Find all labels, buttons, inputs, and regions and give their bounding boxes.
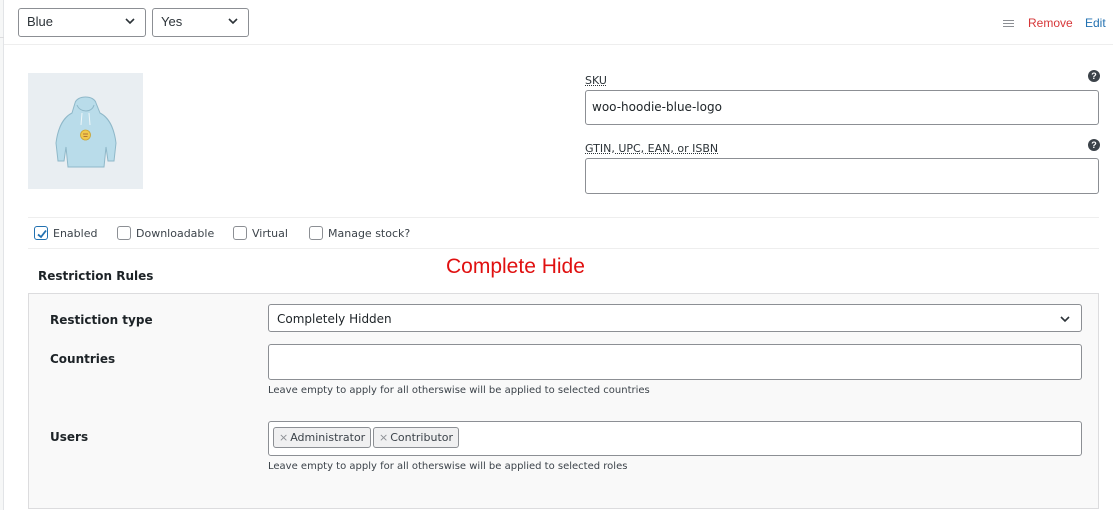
users-hint: Leave empty to apply for all otherswise … (268, 461, 628, 472)
restriction-rules-title: Restriction Rules (38, 269, 154, 283)
enabled-checkbox[interactable] (34, 226, 48, 240)
user-role-tag[interactable]: × Contributor (373, 427, 460, 448)
logo-attribute-select[interactable]: Yes (152, 8, 249, 37)
remove-variation-link[interactable]: Remove (1028, 16, 1073, 30)
downloadable-checkbox[interactable] (117, 226, 131, 240)
edit-variation-link[interactable]: Edit (1085, 16, 1106, 30)
color-attribute-select[interactable]: Blue (18, 8, 146, 37)
sku-value: woo-hoodie-blue-logo (592, 100, 722, 114)
chevron-down-icon (1060, 316, 1070, 323)
variation-header[interactable]: #106 Blue Yes Remove Edit (4, 0, 1113, 45)
manage-stock-checkbox[interactable] (309, 226, 323, 240)
gtin-input[interactable] (585, 158, 1099, 194)
user-role-tag[interactable]: × Administrator (273, 427, 372, 448)
restriction-type-label: Restiction type (50, 313, 153, 327)
sku-input[interactable]: woo-hoodie-blue-logo (585, 90, 1099, 125)
virtual-label: Virtual (252, 227, 288, 240)
annotation-text: Complete Hide (446, 255, 585, 278)
logo-attribute-value: Yes (161, 14, 183, 29)
chevron-down-icon (228, 18, 238, 25)
virtual-checkbox[interactable] (233, 226, 247, 240)
restriction-type-value: Completely Hidden (277, 312, 392, 326)
user-role-tag-label: Contributor (390, 431, 454, 444)
help-icon[interactable]: ? (1088, 70, 1100, 82)
restriction-type-select[interactable]: Completely Hidden (268, 304, 1082, 332)
remove-tag-icon[interactable]: × (279, 431, 288, 444)
variation-image[interactable] (28, 73, 143, 189)
hamburger-menu-icon[interactable] (1003, 20, 1014, 28)
countries-input[interactable] (268, 344, 1082, 380)
checkmark-icon (37, 229, 47, 239)
remove-tag-icon[interactable]: × (379, 431, 388, 444)
help-icon[interactable]: ? (1088, 139, 1100, 151)
enabled-label: Enabled (53, 227, 98, 240)
gtin-label: GTIN, UPC, EAN, or ISBN (585, 142, 719, 155)
chevron-down-icon (125, 18, 135, 25)
divider (28, 217, 1099, 218)
user-role-tag-label: Administrator (290, 431, 366, 444)
countries-hint: Leave empty to apply for all otherswise … (268, 385, 650, 396)
divider (28, 248, 1099, 249)
countries-label: Countries (50, 352, 116, 366)
manage-stock-label: Manage stock? (328, 227, 411, 240)
left-edge-bar (0, 0, 10, 510)
sku-label: SKU (585, 74, 607, 87)
downloadable-label: Downloadable (136, 227, 215, 240)
color-attribute-value: Blue (27, 14, 54, 29)
hoodie-image (55, 96, 117, 168)
users-label: Users (50, 430, 89, 444)
